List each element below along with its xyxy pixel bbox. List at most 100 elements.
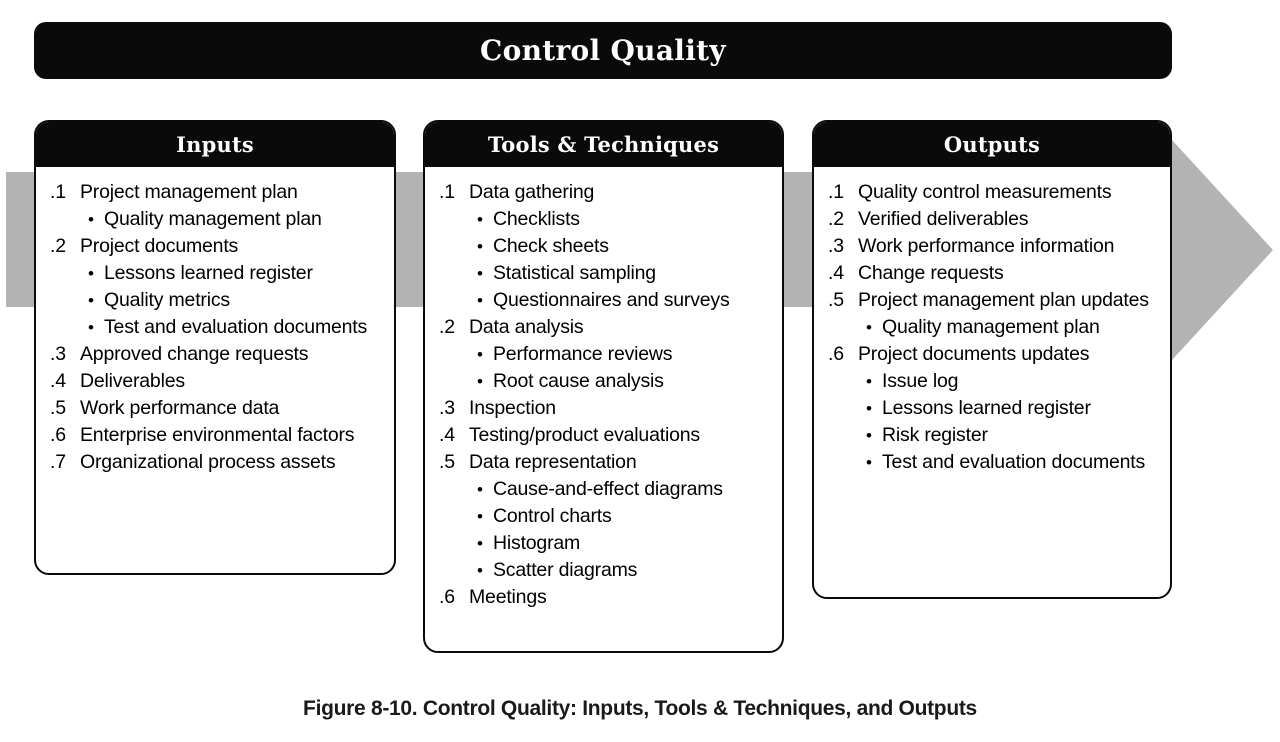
- sub-list-item-label: Quality management plan: [882, 316, 1100, 338]
- sub-list-item-label: Scatter diagrams: [493, 559, 638, 581]
- sub-list-item: • Histogram: [439, 530, 772, 557]
- list-item: .1 Data gathering: [439, 179, 772, 206]
- list-item-label: Enterprise environmental factors: [80, 424, 355, 446]
- bullet-icon: •: [477, 534, 483, 553]
- list-item-label: Work performance information: [858, 235, 1115, 257]
- column-header-label: Inputs: [176, 131, 254, 157]
- list-item-label: Work performance data: [80, 397, 280, 419]
- list-item-number: .4: [50, 370, 66, 392]
- sub-list-item: • Lessons learned register: [50, 260, 384, 287]
- bullet-icon: •: [866, 372, 872, 391]
- list-item-number: .6: [828, 343, 844, 365]
- list-item-label: Project documents updates: [858, 343, 1090, 365]
- list-item-number: .6: [439, 586, 455, 608]
- sub-list-item: • Root cause analysis: [439, 368, 772, 395]
- list-item-number: .3: [439, 397, 455, 419]
- bullet-icon: •: [477, 561, 483, 580]
- sub-list-item: • Cause-and-effect diagrams: [439, 476, 772, 503]
- column-header-inputs: Inputs: [36, 122, 394, 167]
- process-title-bar: Control Quality: [34, 22, 1172, 79]
- bullet-icon: •: [866, 426, 872, 445]
- bullet-icon: •: [866, 318, 872, 337]
- sub-list-item: • Scatter diagrams: [439, 557, 772, 584]
- list-item-number: .1: [50, 181, 66, 203]
- list-item-label: Meetings: [469, 586, 547, 608]
- sub-list-item-label: Questionnaires and surveys: [493, 289, 730, 311]
- column-header-outputs: Outputs: [814, 122, 1170, 167]
- list-item-number: .7: [50, 451, 66, 473]
- bullet-icon: •: [477, 507, 483, 526]
- list-item: .5 Work performance data: [50, 395, 384, 422]
- sub-list-item: • Test and evaluation documents: [50, 314, 384, 341]
- bullet-icon: •: [88, 210, 94, 229]
- column-header-tools-and-techniques: Tools & Techniques: [425, 122, 782, 167]
- list-item-number: .3: [50, 343, 66, 365]
- list-item-label: Testing/product evaluations: [469, 424, 700, 446]
- list-item-number: .3: [828, 235, 844, 257]
- sub-list-item-label: Quality metrics: [104, 289, 230, 311]
- bullet-icon: •: [477, 210, 483, 229]
- sub-list-item-label: Test and evaluation documents: [104, 316, 368, 338]
- bullet-icon: •: [477, 480, 483, 499]
- sub-list-item-label: Root cause analysis: [493, 370, 664, 392]
- column-body-tools-and-techniques: .1 Data gathering • Checklists • Check sheets…: [425, 167, 782, 621]
- page-title: Control Quality: [480, 34, 726, 67]
- list-item-label: Data analysis: [469, 316, 584, 338]
- column-header-label: Outputs: [943, 131, 1041, 157]
- sub-list-item: • Quality management plan: [50, 206, 384, 233]
- column-body-outputs: .1 Quality control measurements .2 Verified…: [814, 167, 1170, 486]
- column-tools-and-techniques: Tools & Techniques .1 Data gathering • Chec…: [423, 120, 784, 653]
- list-item-label: Organizational process assets: [80, 451, 336, 473]
- bullet-icon: •: [866, 399, 872, 418]
- sub-list-item-label: Check sheets: [493, 235, 609, 257]
- bullet-icon: •: [477, 237, 483, 256]
- list-item-label: Change requests: [858, 262, 1004, 284]
- list-item-number: .5: [50, 397, 66, 419]
- list-item-number: .4: [828, 262, 844, 284]
- list-item: .6 Enterprise environmental factors: [50, 422, 384, 449]
- list-item-label: Approved change requests: [80, 343, 309, 365]
- list-item-label: Deliverables: [80, 370, 185, 392]
- list-item: .4 Change requests: [828, 260, 1160, 287]
- list-item-number: .4: [439, 424, 455, 446]
- list-item-label: Verified deliverables: [858, 208, 1029, 230]
- list-item: .3 Approved change requests: [50, 341, 384, 368]
- column-body-inputs: .1 Project management plan • Quality manage…: [36, 167, 394, 486]
- sub-list-item: • Control charts: [439, 503, 772, 530]
- sub-list-item: • Statistical sampling: [439, 260, 772, 287]
- list-item-number: .5: [828, 289, 844, 311]
- sub-list-item: • Risk register: [828, 422, 1160, 449]
- list-item-label: Data representation: [469, 451, 637, 473]
- sub-list-item-label: Cause-and-effect diagrams: [493, 478, 723, 500]
- figure-caption: Figure 8-10. Control Quality: Inputs, To…: [303, 697, 977, 720]
- list-item: .5 Data representation: [439, 449, 772, 476]
- bullet-icon: •: [477, 372, 483, 391]
- column-header-label: Tools & Techniques: [487, 131, 720, 157]
- sub-list-item: • Questionnaires and surveys: [439, 287, 772, 314]
- list-item-number: .2: [828, 208, 844, 230]
- sub-list-item-label: Histogram: [493, 532, 581, 554]
- list-item: .3 Work performance information: [828, 233, 1160, 260]
- sub-list-item: • Check sheets: [439, 233, 772, 260]
- sub-list-item-label: Quality management plan: [104, 208, 322, 230]
- bullet-icon: •: [477, 264, 483, 283]
- sub-list-item: • Checklists: [439, 206, 772, 233]
- sub-list-item-label: Lessons learned register: [882, 397, 1091, 419]
- list-item: .5 Project management plan updates: [828, 287, 1160, 314]
- list-item: .1 Project management plan: [50, 179, 384, 206]
- list-item-number: .2: [439, 316, 455, 338]
- list-item: .4 Deliverables: [50, 368, 384, 395]
- bullet-icon: •: [866, 453, 872, 472]
- bullet-icon: •: [88, 264, 94, 283]
- list-item-number: .5: [439, 451, 455, 473]
- sub-list-item: • Issue log: [828, 368, 1160, 395]
- list-item-label: Inspection: [469, 397, 556, 419]
- list-item-label: Data gathering: [469, 181, 595, 203]
- sub-list-item-label: Issue log: [882, 370, 959, 392]
- list-item: .4 Testing/product evaluations: [439, 422, 772, 449]
- list-item-number: .1: [828, 181, 844, 203]
- list-item-number: .1: [439, 181, 455, 203]
- bullet-icon: •: [88, 291, 94, 310]
- list-item: .7 Organizational process assets: [50, 449, 384, 476]
- sub-list-item-label: Risk register: [882, 424, 988, 446]
